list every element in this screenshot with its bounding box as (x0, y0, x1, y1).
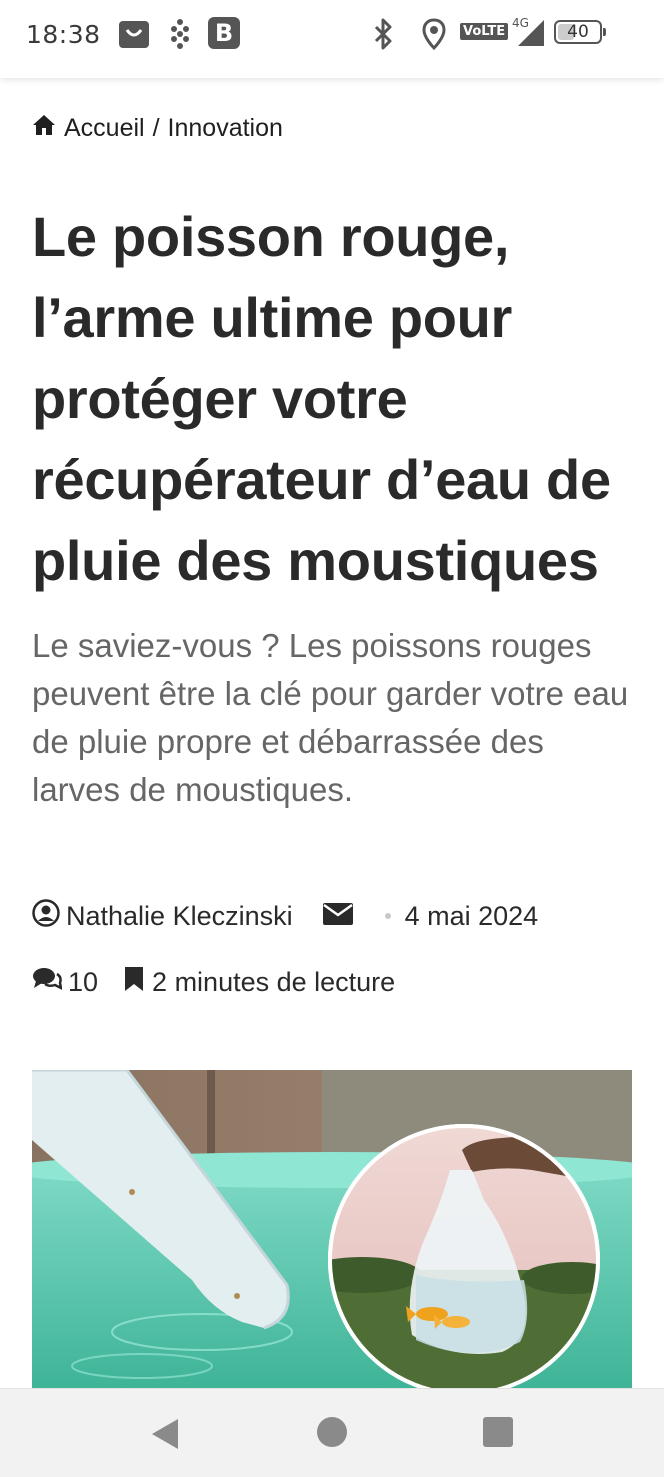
shopping-bag-icon (118, 18, 150, 55)
meta-separator-dot (384, 913, 391, 919)
bookmark-icon (124, 966, 144, 999)
home-icon[interactable] (32, 114, 56, 143)
home-button-icon[interactable] (317, 1417, 347, 1447)
status-bar: 18:38 B VoLTE 4G 40 (0, 0, 664, 78)
location-icon (422, 18, 446, 55)
article-meta: Nathalie Kleczinski 4 mai 2024 (32, 898, 538, 934)
breadcrumb-home-link[interactable]: Accueil (64, 114, 145, 143)
status-time: 18:38 (26, 20, 101, 49)
battery-level: 40 (567, 22, 589, 42)
comments-count[interactable]: 10 (68, 967, 98, 998)
volte-icon: VoLTE (460, 22, 509, 40)
signal-icon (516, 18, 546, 53)
battery-icon: 40 (554, 20, 606, 44)
publish-date: 4 mai 2024 (404, 900, 539, 931)
breadcrumb-category-link[interactable]: Innovation (168, 114, 283, 143)
breadcrumb-separator: / (152, 114, 160, 142)
grid-dots-icon (168, 18, 192, 55)
author-link[interactable]: Nathalie Kleczinski (66, 901, 293, 932)
b-app-icon: B (208, 17, 240, 49)
breadcrumb: Accueil / Innovation (32, 114, 283, 143)
back-icon[interactable] (150, 1417, 180, 1456)
reading-time: 2 minutes de lecture (152, 966, 396, 997)
recent-apps-icon[interactable] (483, 1417, 513, 1447)
envelope-icon[interactable] (322, 901, 353, 932)
article-hero-image[interactable] (32, 1070, 632, 1388)
user-circle-icon (32, 898, 60, 934)
comments-icon[interactable] (32, 966, 63, 999)
navigation-bar (0, 1388, 664, 1477)
article-lead: Le saviez-vous ? Les poissons rouges peu… (32, 627, 629, 808)
article-stats: 10 2 minutes de lecture (32, 964, 395, 1000)
article-title: Le poisson rouge, l’arme ultime pour pro… (32, 205, 611, 592)
bluetooth-icon (372, 18, 394, 55)
